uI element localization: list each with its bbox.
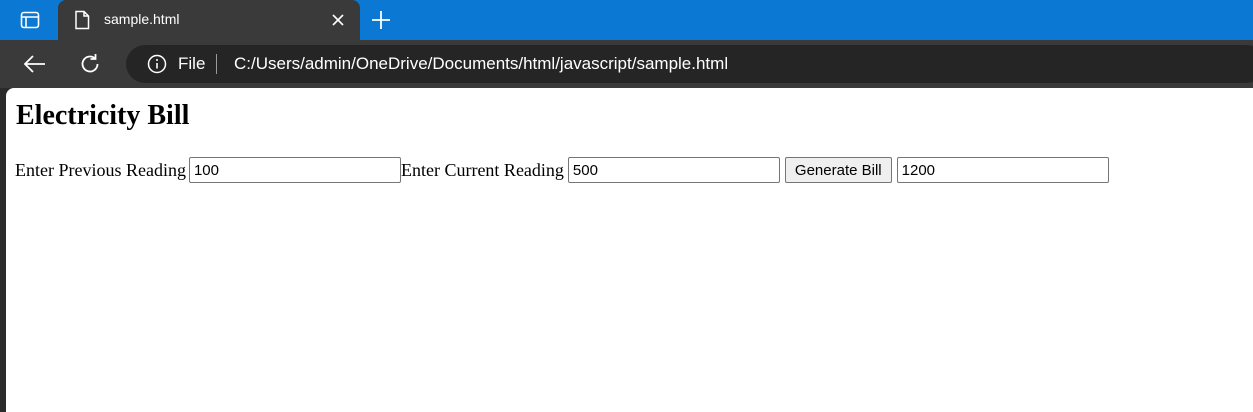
bill-result-field[interactable] — [896, 157, 1109, 183]
info-icon[interactable] — [147, 54, 167, 74]
tab-actions-icon[interactable] — [14, 9, 46, 31]
address-toolbar: File C:/Users/admin/OneDrive/Documents/h… — [0, 40, 1253, 88]
tab-strip: sample.html — [0, 0, 1253, 40]
current-reading-label: Enter Current Reading — [400, 159, 564, 180]
new-tab-icon[interactable] — [370, 9, 392, 31]
reload-icon[interactable] — [78, 52, 102, 76]
close-tab-icon[interactable] — [330, 12, 346, 28]
back-icon[interactable] — [22, 52, 48, 76]
bill-form: Enter Previous Reading Enter Current Rea… — [15, 157, 1109, 183]
page-viewport: Electricity Bill Enter Previous Reading … — [6, 88, 1253, 412]
address-divider — [216, 54, 217, 74]
current-reading-input[interactable] — [567, 157, 780, 183]
generate-bill-button[interactable]: Generate Bill — [784, 157, 892, 183]
tab-title: sample.html — [104, 11, 180, 27]
active-tab[interactable]: sample.html — [58, 0, 360, 40]
scheme-label: File — [178, 54, 206, 73]
address-bar[interactable]: File C:/Users/admin/OneDrive/Documents/h… — [126, 45, 1253, 83]
url-text[interactable]: C:/Users/admin/OneDrive/Documents/html/j… — [234, 54, 728, 74]
page-title: Electricity Bill — [16, 100, 190, 131]
previous-reading-input[interactable] — [188, 157, 401, 183]
previous-reading-label: Enter Previous Reading — [15, 159, 186, 180]
file-icon — [74, 10, 90, 30]
